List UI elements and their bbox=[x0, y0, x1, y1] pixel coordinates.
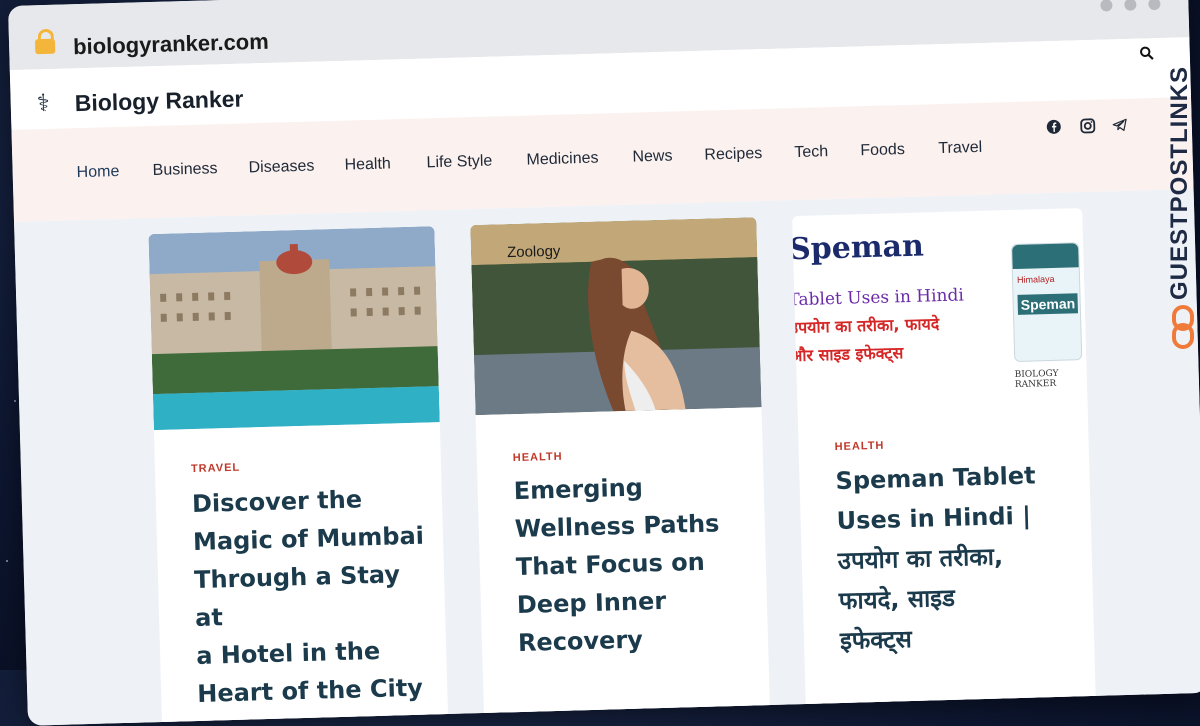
telegram-icon[interactable] bbox=[1112, 117, 1128, 133]
article-card[interactable]: Speman Tablet Uses in Hindi उपयोग का तरी… bbox=[792, 208, 1097, 726]
promo-line: Tablet Uses in Hindi bbox=[792, 285, 965, 311]
title-line: उपयोग का तरीका, bbox=[837, 542, 1004, 576]
browser-window: biologyranker.com ⚕ Biology Ranker Home … bbox=[8, 0, 1200, 726]
facebook-icon[interactable] bbox=[1046, 119, 1062, 135]
article-card[interactable]: Zoology HEALTH Emerging Wellness Paths T… bbox=[470, 217, 771, 726]
lock-icon bbox=[34, 38, 56, 55]
instagram-icon[interactable] bbox=[1080, 118, 1096, 134]
image-overlay-label: Zoology bbox=[506, 242, 561, 262]
bottle-brand: Himalaya bbox=[1016, 273, 1055, 285]
title-line: Through a Stay at bbox=[193, 560, 401, 633]
window-dot-icon bbox=[1124, 0, 1137, 11]
nav-home[interactable]: Home bbox=[76, 163, 119, 182]
title-line: Speman Tablet bbox=[835, 461, 1036, 496]
title-line: Wellness Paths bbox=[514, 509, 720, 544]
title-line: इफेक्ट्स bbox=[839, 625, 913, 656]
nav-medicines[interactable]: Medicines bbox=[526, 150, 599, 170]
nav-business[interactable]: Business bbox=[152, 160, 217, 180]
nav-life-style[interactable]: Life Style bbox=[426, 153, 492, 173]
article-title[interactable]: Speman Tablet Uses in Hindi | उपयोग का त… bbox=[835, 454, 1090, 661]
nav-recipes[interactable]: Recipes bbox=[704, 145, 762, 165]
article-title[interactable]: Discover the Magic of Mumbai Through a S… bbox=[191, 478, 437, 713]
window-dot-icon bbox=[1100, 0, 1113, 12]
hotel-image[interactable] bbox=[148, 226, 440, 431]
nav-travel[interactable]: Travel bbox=[938, 139, 982, 158]
promo-line: उपयोग का तरीका, फायदे bbox=[792, 314, 940, 338]
nav-tech[interactable]: Tech bbox=[794, 143, 828, 162]
caduceus-icon: ⚕ bbox=[36, 88, 51, 118]
image-watermark: BIOLOGY RANKER bbox=[1014, 368, 1059, 391]
link-chain-icon bbox=[1172, 305, 1194, 349]
bottle-name: Speman bbox=[1017, 293, 1079, 315]
speman-promo-image[interactable]: Speman Tablet Uses in Hindi उपयोग का तरी… bbox=[792, 208, 1088, 403]
article-card[interactable]: TRAVEL Discover the Magic of Mumbai Thro… bbox=[148, 226, 449, 726]
article-title[interactable]: Emerging Wellness Paths That Focus on De… bbox=[513, 465, 758, 662]
category-label[interactable]: TRAVEL bbox=[191, 462, 241, 475]
promo-brand: Speman bbox=[792, 228, 925, 268]
category-label[interactable]: HEALTH bbox=[513, 451, 563, 464]
guestpostlinks-watermark: GUESTPOSTLINKS bbox=[1166, 65, 1193, 300]
nav-health[interactable]: Health bbox=[344, 155, 391, 174]
search-icon[interactable] bbox=[1140, 46, 1154, 60]
address-bar[interactable]: biologyranker.com bbox=[73, 29, 269, 60]
bottle-icon: Himalaya Speman bbox=[1011, 242, 1083, 363]
nav-foods[interactable]: Foods bbox=[860, 141, 905, 160]
nav-news[interactable]: News bbox=[632, 148, 673, 167]
title-line: फायदे, साइड bbox=[838, 583, 956, 616]
title-line: Recovery bbox=[517, 625, 644, 658]
site-title[interactable]: Biology Ranker bbox=[74, 85, 243, 117]
nav-diseases[interactable]: Diseases bbox=[248, 158, 314, 178]
title-line: Uses in Hindi | bbox=[836, 501, 1032, 536]
category-label[interactable]: HEALTH bbox=[834, 440, 884, 453]
window-dot-icon bbox=[1148, 0, 1161, 11]
title-line: Heart of the City bbox=[196, 673, 424, 708]
promo-line: और साइड इफेक्ट्स bbox=[792, 343, 904, 366]
